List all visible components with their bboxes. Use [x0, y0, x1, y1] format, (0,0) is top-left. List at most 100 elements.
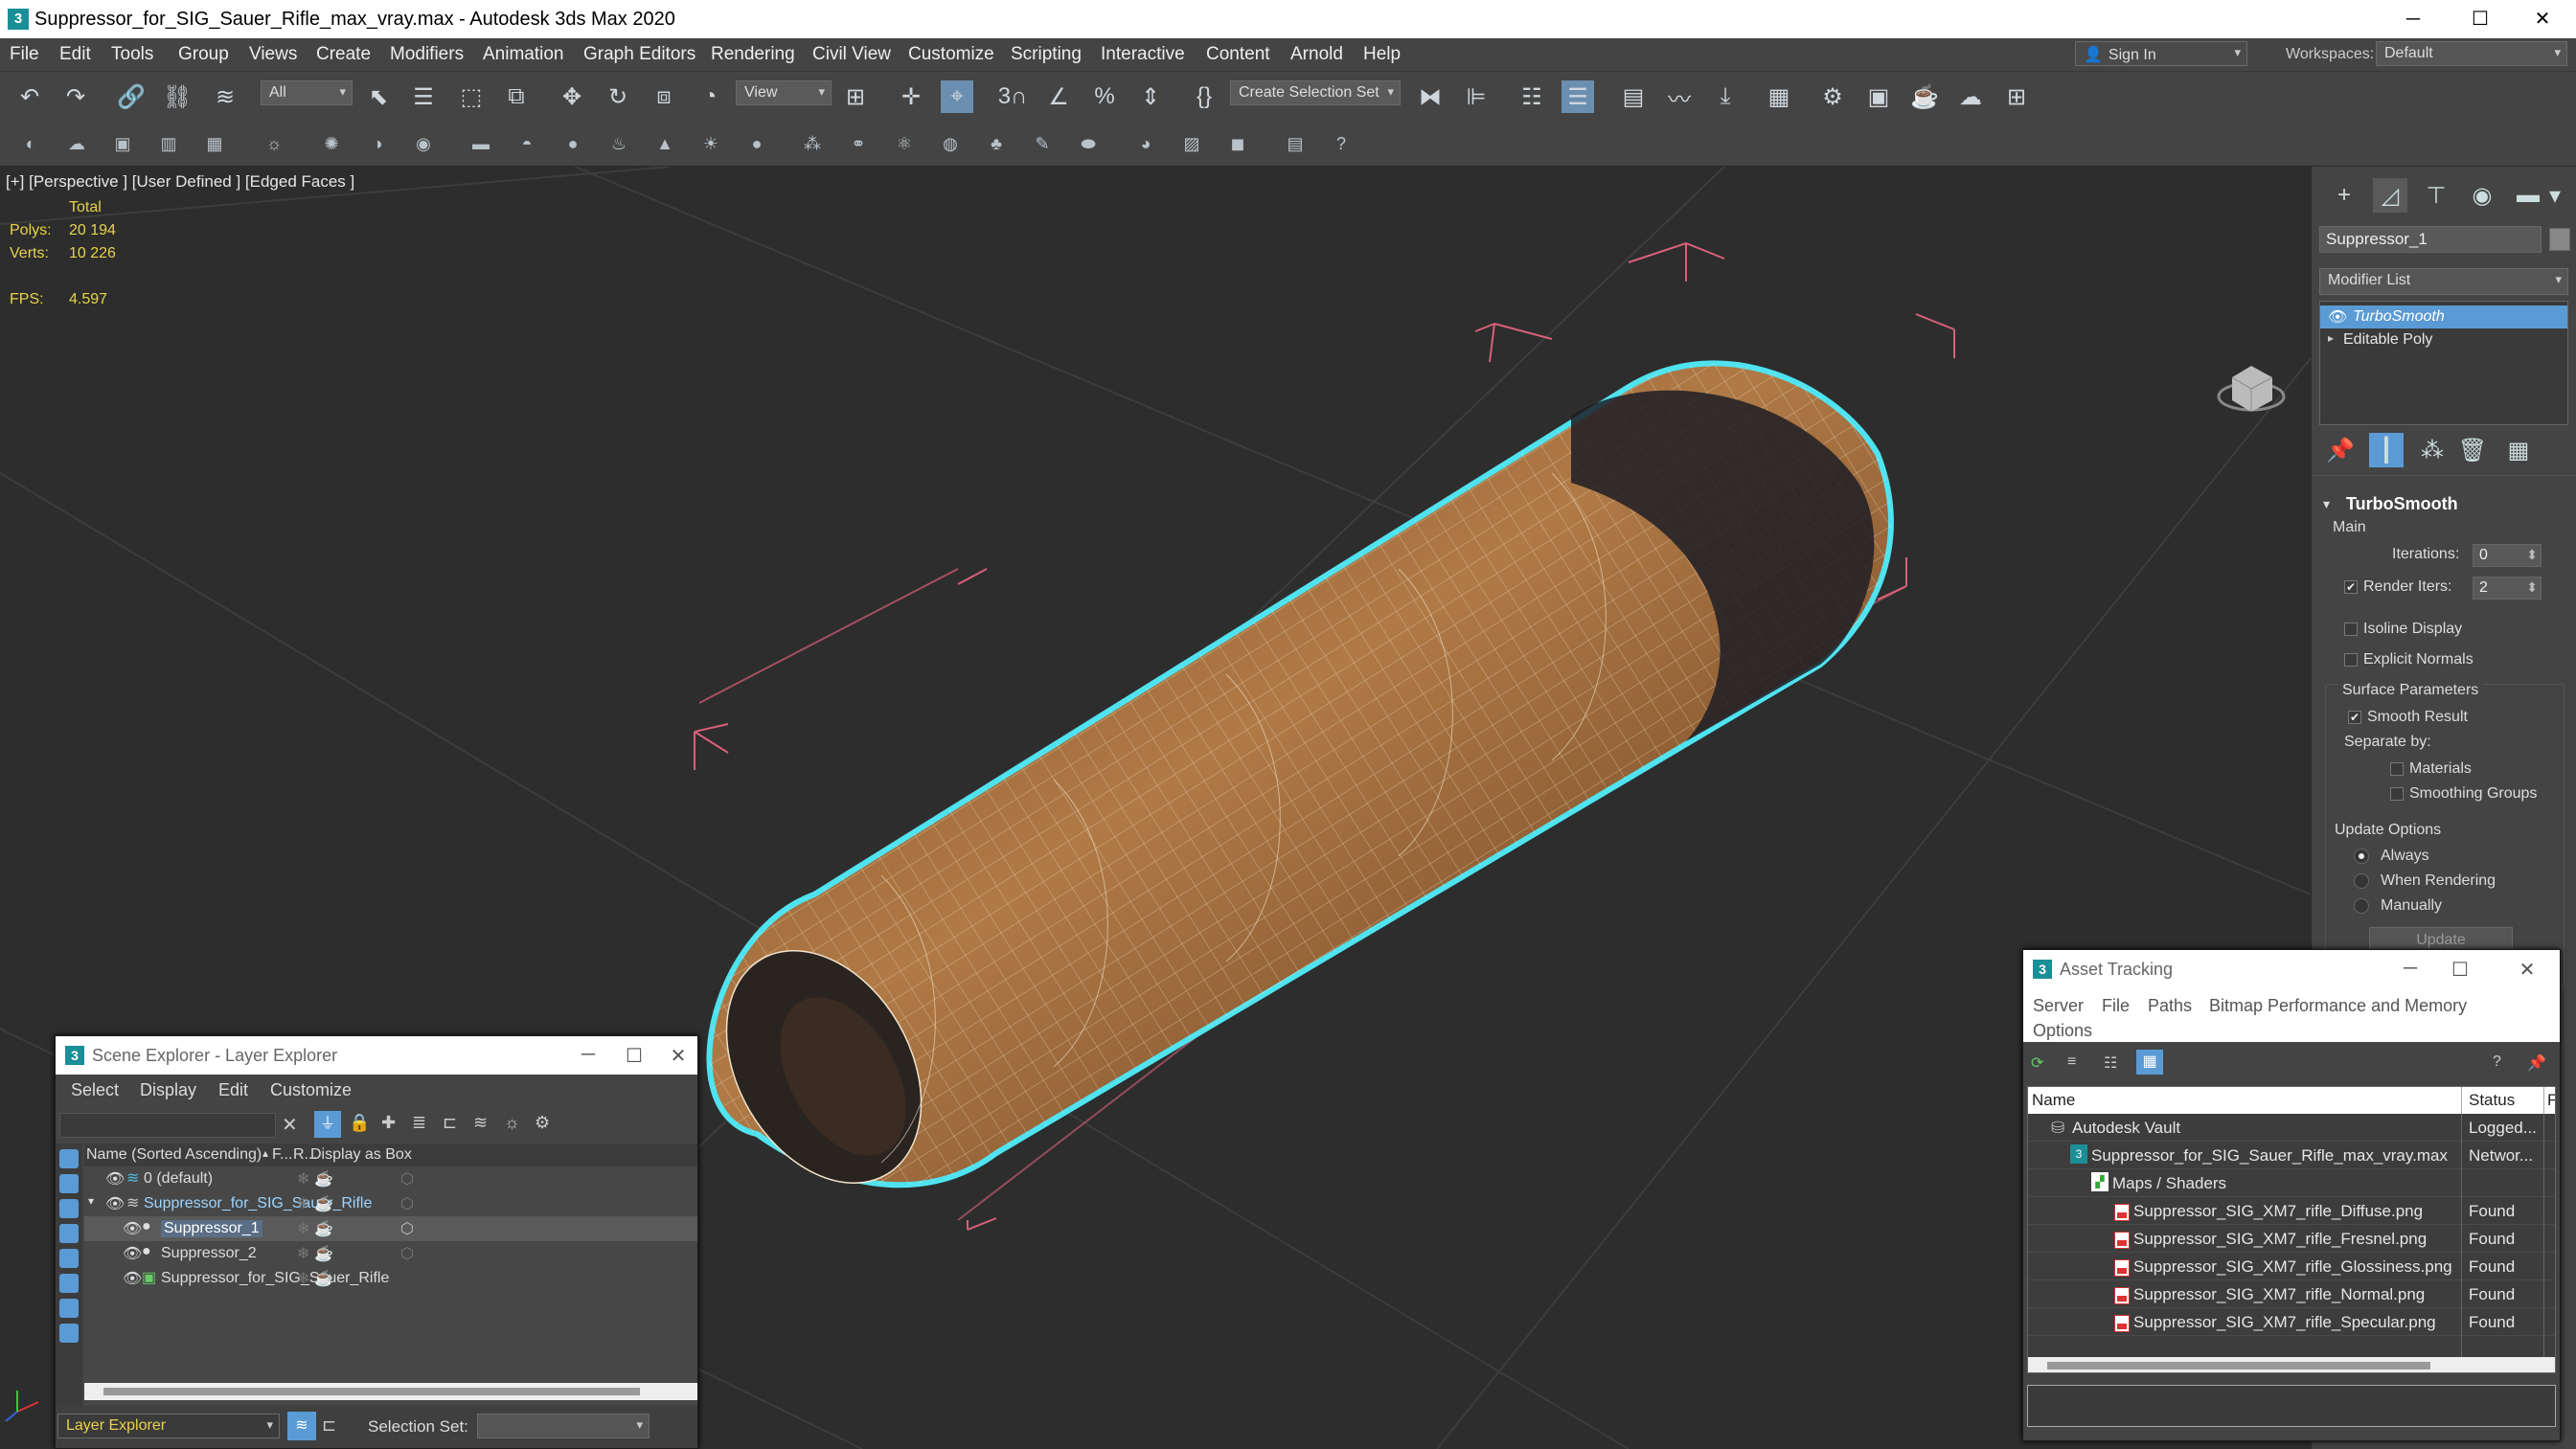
suppressor-model[interactable]	[687, 360, 1894, 1217]
rollout-collapse-icon[interactable]: ▾	[2323, 496, 2330, 512]
add-layer-icon[interactable]: ✚	[381, 1113, 396, 1133]
at-path-field[interactable]	[2027, 1385, 2556, 1427]
align-icon[interactable]: ⊫	[1460, 80, 1493, 113]
link-icon[interactable]: 🔗	[115, 80, 148, 113]
eye-icon[interactable]: 👁	[123, 1244, 142, 1263]
utilities-tab-icon[interactable]: ▾	[2545, 178, 2565, 213]
keyboard-shortcut-override-icon[interactable]: ⌖	[941, 80, 973, 113]
select-manipulate-icon[interactable]: ✛	[895, 80, 927, 113]
vray-object-props-icon[interactable]: ◼	[1224, 130, 1251, 157]
helpers-filter-icon[interactable]	[59, 1249, 79, 1268]
freeze-icon[interactable]: ❄	[297, 1269, 309, 1288]
vray-interactive-icon[interactable]: ▦	[201, 130, 228, 157]
explicit-normals-checkbox[interactable]	[2344, 653, 2358, 667]
menu-tools[interactable]: Tools	[111, 44, 153, 65]
vray-decal-icon[interactable]: ✎	[1029, 130, 1056, 157]
vray-dome-icon[interactable]: ◑	[364, 130, 391, 157]
box-icon[interactable]: ⬡	[400, 1244, 414, 1263]
freeze-icon[interactable]: ❄	[297, 1194, 309, 1213]
asset-row[interactable]: Suppressor_SIG_XM7_rifle_Diffuse.png Fou…	[2028, 1197, 2555, 1225]
col-name[interactable]: Name	[2032, 1091, 2075, 1110]
vray-sun-icon[interactable]: ◓	[513, 130, 540, 157]
vray-cloud-icon[interactable]: ☁	[63, 130, 90, 157]
vray-render-icon[interactable]: ▥	[155, 130, 182, 157]
vray-sphere-icon[interactable]: ●	[559, 130, 586, 157]
geometry-filter-icon[interactable]	[59, 1149, 79, 1168]
col-frozen[interactable]: F...	[272, 1146, 292, 1164]
selection-filter-dropdown[interactable]: All	[261, 80, 353, 105]
menu-animation[interactable]: Animation	[483, 44, 564, 65]
render-icon[interactable]: ☕	[314, 1244, 333, 1263]
xrefs-filter-icon[interactable]	[59, 1324, 79, 1343]
pivot-center-icon[interactable]: ⊞	[839, 80, 872, 113]
col-f[interactable]: F	[2547, 1091, 2555, 1110]
render-iters-spinner[interactable]: 2	[2473, 577, 2542, 600]
col-name[interactable]: Name (Sorted Ascending)	[86, 1146, 262, 1164]
se-horizontal-scrollbar[interactable]	[84, 1383, 697, 1400]
menu-scripting[interactable]: Scripting	[1011, 44, 1082, 65]
menu-help[interactable]: Help	[1363, 44, 1401, 65]
at-menu-file[interactable]: File	[2102, 996, 2130, 1016]
asset-row[interactable]: Suppressor_SIG_XM7_rifle_Glossiness.png …	[2028, 1253, 2555, 1280]
reference-coordinate-dropdown[interactable]: View	[736, 80, 832, 105]
at-menu-options[interactable]: Options	[2033, 1021, 2092, 1041]
close-button[interactable]: ✕	[2508, 958, 2546, 982]
menu-rendering[interactable]: Rendering	[711, 44, 795, 65]
rollout-title[interactable]: TurboSmooth	[2346, 494, 2458, 514]
vray-settings-icon[interactable]: ◐	[17, 130, 44, 157]
eye-icon[interactable]: 👁	[105, 1169, 125, 1189]
stack-icon[interactable]: ≋	[473, 1113, 488, 1133]
se-menu-edit[interactable]: Edit	[218, 1080, 248, 1100]
eye-icon[interactable]: 👁	[123, 1269, 142, 1288]
at-menu-bitmap-performance[interactable]: Bitmap Performance and Memory	[2209, 996, 2467, 1016]
redo-icon[interactable]: ↷	[59, 80, 92, 113]
render-icon[interactable]: ☕	[314, 1269, 333, 1288]
asset-row[interactable]: Suppressor_SIG_XM7_rifle_Specular.png Fo…	[2028, 1308, 2555, 1336]
eye-icon[interactable]: 👁	[123, 1219, 142, 1238]
eye-icon[interactable]: 👁	[2328, 307, 2347, 327]
scene-explorer-titlebar[interactable]: 3 Scene Explorer - Layer Explorer ─ ☐ ✕	[56, 1036, 697, 1075]
toggle-scene-explorer-icon[interactable]: ☷	[1516, 80, 1548, 113]
asset-row[interactable]: 3 Suppressor_for_SIG_Sauer_Rifle_max_vra…	[2028, 1142, 2555, 1169]
settings-icon[interactable]: ⚙	[535, 1113, 550, 1133]
vray-material-icon[interactable]: ◕	[1132, 130, 1159, 157]
freeze-icon[interactable]: ❄	[297, 1169, 309, 1189]
menu-interactive[interactable]: Interactive	[1101, 44, 1185, 65]
render-icon[interactable]: ☕	[314, 1169, 333, 1189]
se-menu-select[interactable]: Select	[71, 1080, 119, 1100]
spacewarps-filter-icon[interactable]	[59, 1274, 79, 1293]
shapes-filter-icon[interactable]	[59, 1174, 79, 1193]
render-iters-checkbox[interactable]: ✔	[2344, 580, 2358, 594]
view-cube[interactable]	[2217, 366, 2286, 412]
at-menu-paths[interactable]: Paths	[2148, 996, 2192, 1016]
render-icon[interactable]: ☕	[314, 1194, 333, 1213]
smoothing-groups-checkbox[interactable]	[2390, 787, 2404, 801]
edit-named-selection-icon[interactable]: {}	[1188, 80, 1220, 113]
minimize-button[interactable]: ─	[569, 1044, 607, 1066]
asset-row[interactable]: ⛁ Autodesk Vault Logged...	[2028, 1114, 2555, 1142]
tree-row[interactable]: 👁 ≋ 0 (default) ❄ ☕ ⬡	[84, 1166, 697, 1191]
menu-edit[interactable]: Edit	[59, 44, 91, 65]
list-view-icon[interactable]: ≡	[2067, 1053, 2076, 1071]
asset-tracking-titlebar[interactable]: 3 Asset Tracking ─ ☐ ✕	[2023, 950, 2560, 988]
rendered-frame-window-icon[interactable]: ▣	[1862, 80, 1895, 113]
tree-row[interactable]: 👁 ● Suppressor_1 ❄ ☕ ⬡	[84, 1216, 697, 1241]
modify-tab-icon[interactable]: ◿	[2373, 178, 2407, 213]
motion-tab-icon[interactable]: ◉	[2465, 178, 2499, 213]
menu-group[interactable]: Group	[178, 44, 229, 65]
select-by-name-icon[interactable]: ☰	[407, 80, 440, 113]
box-icon[interactable]: ⬡	[400, 1169, 414, 1189]
show-end-result-icon[interactable]: ┃	[2369, 433, 2404, 467]
highlight-icon[interactable]: ☼	[504, 1113, 520, 1133]
selection-set-dropdown[interactable]	[477, 1414, 650, 1438]
render-setup-icon[interactable]: ⚙	[1816, 80, 1849, 113]
scale-icon[interactable]: ⧈	[648, 80, 680, 113]
viewport-label[interactable]: [+] [Perspective ] [User Defined ] [Edge…	[6, 172, 354, 192]
vray-plane-icon[interactable]: ▬	[467, 130, 494, 157]
menu-views[interactable]: Views	[249, 44, 297, 65]
vray-light-sun-icon[interactable]: ☀	[697, 130, 724, 157]
se-menu-customize[interactable]: Customize	[270, 1080, 352, 1100]
expand-triangle-icon[interactable]: ▸	[2328, 331, 2334, 345]
hierarchy-mode-icon[interactable]: ⊏	[322, 1415, 336, 1436]
configure-modifier-sets-icon[interactable]: ▦	[2501, 433, 2536, 467]
